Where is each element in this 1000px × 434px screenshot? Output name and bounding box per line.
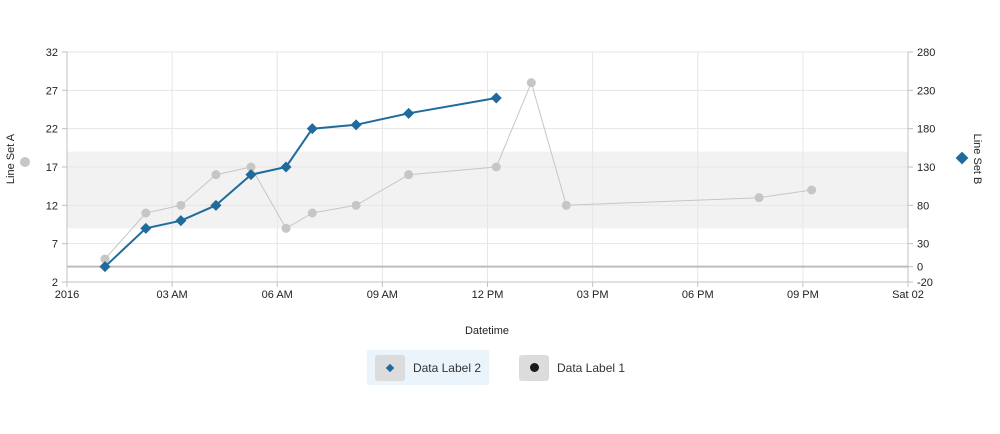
data-point-data-label-1: [754, 193, 764, 203]
left-y-tick-label: 2: [52, 277, 58, 289]
circle-marker-icon: [529, 363, 539, 372]
left-y-tick-label: 22: [46, 124, 58, 136]
data-point-data-label-1: [491, 162, 501, 172]
x-tick-label: Sat 02: [892, 289, 924, 301]
x-tick-label: 09 AM: [367, 289, 398, 301]
right-axis-series-marker: [955, 151, 969, 165]
right-y-tick-label: 280: [917, 47, 935, 59]
x-axis-title: Datetime: [465, 325, 509, 337]
chart-svg: 2016 03 AM 06 AM 09 AM 12 PM 03 PM 06 PM 09 PM S…: [5, 47, 983, 337]
left-axis-series-marker: [20, 157, 30, 167]
x-tick-label: 2016: [55, 289, 79, 301]
data-point-data-label-1: [307, 208, 317, 218]
right-y-tick-label: 180: [917, 124, 935, 136]
legend: Data Label 2 Data Label 1: [0, 350, 1000, 385]
data-point-data-label-1: [351, 200, 361, 210]
data-point-data-label-2: [306, 123, 318, 135]
data-point-data-label-1: [807, 185, 817, 195]
data-point-data-label-1: [211, 170, 221, 180]
x-tick-label: 03 PM: [577, 289, 609, 301]
left-y-tick-label: 17: [46, 162, 58, 174]
right-y-tick-label: 30: [917, 239, 929, 251]
data-point-data-label-1: [404, 170, 414, 180]
left-y-tick-label: 27: [46, 85, 58, 97]
right-y-tick-label: 230: [917, 85, 935, 97]
data-point-data-label-1: [141, 208, 151, 218]
x-tick-label: 12 PM: [472, 289, 504, 301]
x-tick-label: 03 AM: [157, 289, 188, 301]
legend-label: Data Label 2: [412, 360, 481, 375]
x-tick-label: 06 PM: [682, 289, 714, 301]
x-tick-label: 06 AM: [262, 289, 293, 301]
data-point-data-label-2: [403, 107, 415, 119]
data-point-data-label-1: [561, 200, 571, 210]
legend-swatch: [519, 354, 549, 381]
right-y-tick-label: -20: [917, 277, 933, 289]
right-y-tick-label: 0: [917, 262, 923, 274]
x-tick-label: 09 PM: [787, 289, 819, 301]
right-y-tick-label: 130: [917, 162, 935, 174]
legend-swatch: [374, 354, 405, 381]
right-y-tick-label: 80: [917, 200, 929, 212]
data-point-data-label-1: [526, 78, 536, 88]
left-y-axis-title: Line Set A: [5, 133, 17, 184]
left-y-tick-label: 32: [46, 47, 58, 59]
data-point-data-label-2: [490, 92, 502, 104]
chart: 2016 03 AM 06 AM 09 AM 12 PM 03 PM 06 PM 09 PM S…: [0, 0, 1000, 434]
diamond-marker-icon: [385, 363, 395, 372]
legend-item-data-label-1[interactable]: Data Label 1: [511, 350, 633, 385]
legend-item-data-label-2[interactable]: Data Label 2: [366, 350, 489, 385]
left-y-tick-label: 12: [46, 200, 58, 212]
left-y-tick-label: 7: [52, 239, 58, 251]
data-point-data-label-1: [281, 223, 291, 233]
legend-label: Data Label 1: [557, 360, 626, 375]
right-y-axis-title: Line Set B: [971, 134, 983, 185]
data-point-data-label-1: [176, 200, 186, 210]
